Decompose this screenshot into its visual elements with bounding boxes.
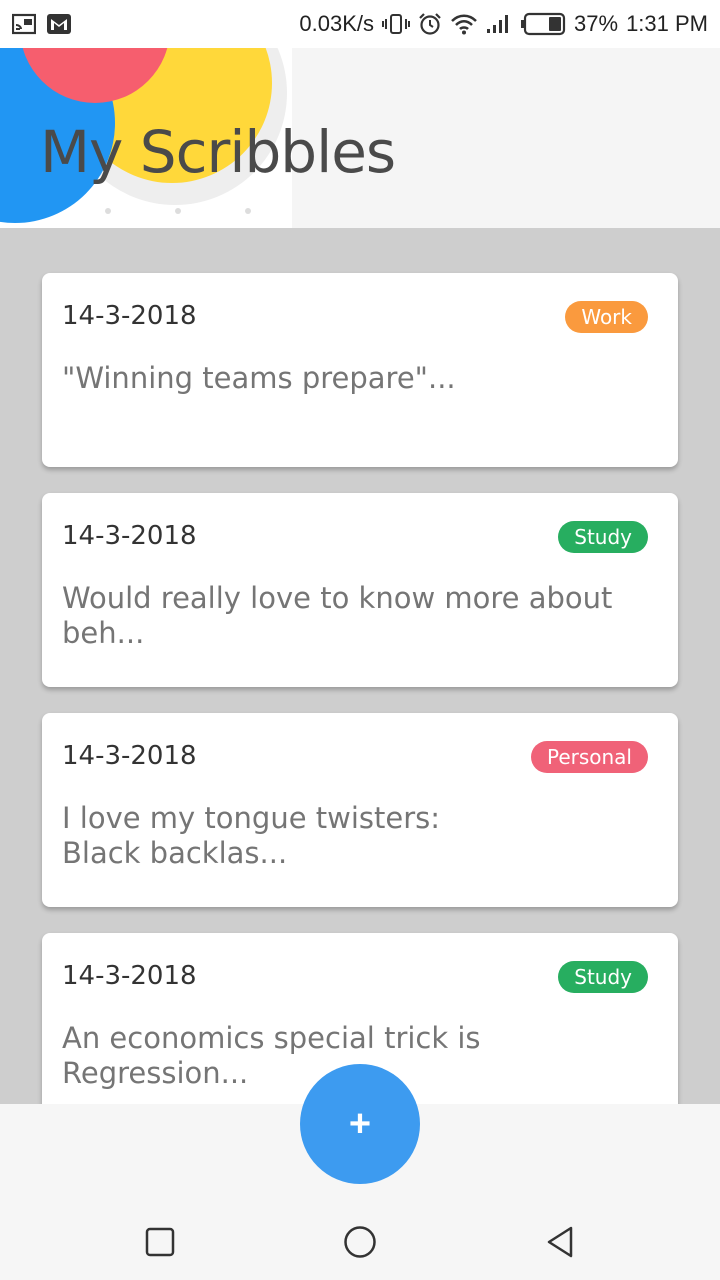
home-icon[interactable]: [340, 1222, 380, 1262]
note-card[interactable]: 14-3-2018 Study Would really love to kno…: [42, 493, 678, 687]
signal-icon: [486, 13, 512, 35]
gmail-icon: [46, 13, 72, 35]
note-tag-badge: Personal: [530, 741, 648, 773]
network-speed: 0.03K/s: [299, 11, 375, 36]
note-tag-badge: Study: [558, 961, 648, 993]
wifi-icon: [450, 13, 478, 35]
note-date: 14-3-2018: [62, 961, 197, 991]
note-date: 14-3-2018: [62, 521, 197, 551]
back-icon[interactable]: [540, 1222, 580, 1262]
status-bar: 0.03K/s 37% 1:31 PM: [0, 0, 720, 48]
note-card[interactable]: 14-3-2018 Personal I love my tongue twis…: [42, 713, 678, 907]
page-title: My Scribbles: [40, 118, 396, 186]
cast-icon: [12, 13, 36, 35]
note-preview: "Winning teams prepare"...: [62, 361, 456, 395]
app-header: My Scribbles: [0, 48, 720, 228]
vibrate-icon: [382, 13, 411, 35]
battery-percent: 37%: [574, 11, 619, 36]
alarm-icon: [418, 12, 442, 36]
note-card[interactable]: 14-3-2018 Work "Winning teams prepare"..…: [42, 273, 678, 467]
recent-apps-icon[interactable]: [140, 1222, 180, 1262]
note-tag-badge: Study: [558, 521, 648, 553]
note-tag-badge: Work: [565, 301, 648, 333]
clock: 1:31 PM: [626, 11, 708, 36]
notes-list[interactable]: 14-3-2018 Work "Winning teams prepare"..…: [0, 228, 720, 1104]
note-date: 14-3-2018: [62, 301, 197, 331]
add-note-button[interactable]: +: [300, 1064, 420, 1184]
note-date: 14-3-2018: [62, 741, 197, 771]
note-preview: I love my tongue twisters: Black backlas…: [62, 801, 441, 870]
battery-icon: [520, 12, 566, 36]
note-preview: Would really love to know more about beh…: [62, 581, 613, 650]
